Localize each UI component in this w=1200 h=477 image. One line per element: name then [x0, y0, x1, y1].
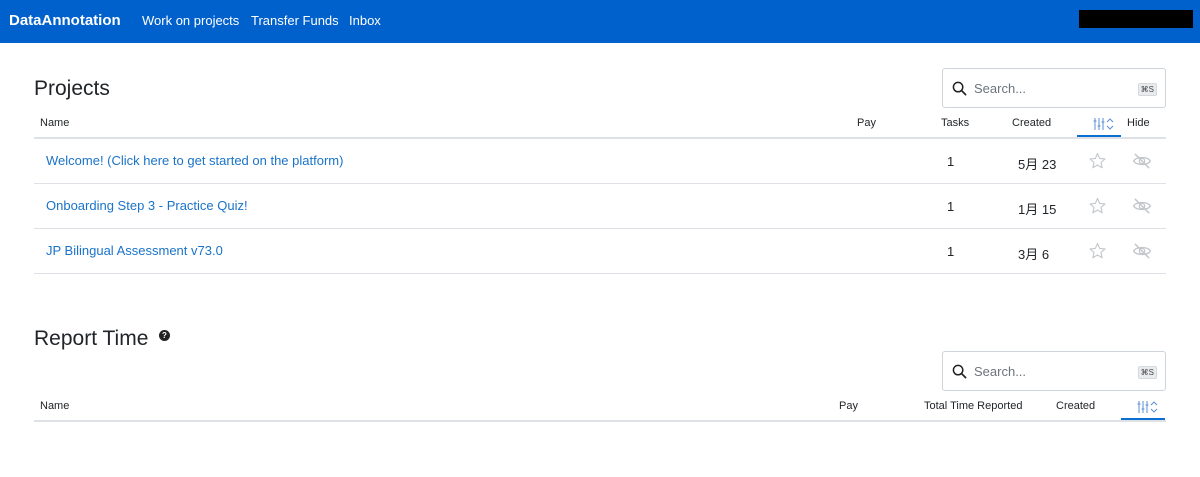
question-circle-icon[interactable]: ?	[159, 330, 170, 341]
col-header-hide: Hide	[1127, 117, 1150, 129]
column-sort-control[interactable]	[1121, 400, 1165, 420]
tasks-count: 1	[947, 199, 955, 214]
col-header-pay[interactable]: Pay	[839, 400, 858, 412]
star-icon[interactable]	[1088, 242, 1107, 260]
sliders-sort-icon	[1137, 401, 1158, 413]
table-row: Welcome! (Click here to get started on t…	[34, 139, 1166, 184]
projects-title: Projects	[34, 77, 110, 100]
report-time-search-input[interactable]	[974, 362, 1124, 380]
nav-work-on-projects[interactable]: Work on projects	[142, 13, 239, 28]
projects-search-box[interactable]: ⌘S	[942, 68, 1166, 108]
star-icon[interactable]	[1088, 197, 1107, 215]
search-icon	[952, 81, 967, 96]
search-shortcut-badge: ⌘S	[1137, 83, 1157, 96]
col-header-name[interactable]: Name	[40, 117, 69, 129]
project-link[interactable]: Onboarding Step 3 - Practice Quiz!	[46, 198, 248, 213]
tasks-count: 1	[947, 244, 955, 259]
eye-slash-icon[interactable]	[1132, 196, 1152, 216]
created-date: 3月 6	[1018, 247, 1050, 262]
project-link[interactable]: JP Bilingual Assessment v73.0	[46, 243, 223, 258]
project-link[interactable]: Welcome! (Click here to get started on t…	[46, 153, 343, 168]
col-header-pay[interactable]: Pay	[857, 117, 876, 129]
report-time-header-divider	[34, 420, 1166, 422]
nav-inbox[interactable]: Inbox	[349, 13, 381, 28]
column-sort-control[interactable]	[1077, 117, 1121, 137]
tasks-count: 1	[947, 154, 955, 169]
table-row: JP Bilingual Assessment v73.0 1 3月 6	[34, 229, 1166, 274]
projects-search-input[interactable]	[974, 79, 1124, 97]
col-header-created[interactable]: Created	[1056, 400, 1095, 412]
col-header-tasks[interactable]: Tasks	[941, 117, 969, 129]
eye-slash-icon[interactable]	[1132, 151, 1152, 171]
col-header-name[interactable]: Name	[40, 400, 69, 412]
star-icon[interactable]	[1088, 152, 1107, 170]
search-icon	[952, 364, 967, 379]
report-time-search-box[interactable]: ⌘S	[942, 351, 1166, 391]
brand-logo[interactable]: DataAnnotation	[9, 12, 121, 29]
nav-transfer-funds[interactable]: Transfer Funds	[251, 13, 339, 28]
report-time-title: Report Time	[34, 327, 149, 350]
created-date: 5月 23	[1018, 157, 1057, 172]
redacted-user-menu[interactable]	[1079, 10, 1193, 28]
top-navbar: DataAnnotation Work on projects Transfer…	[0, 0, 1200, 43]
eye-slash-icon[interactable]	[1132, 241, 1152, 261]
created-date: 1月 15	[1018, 202, 1057, 217]
search-shortcut-badge: ⌘S	[1137, 366, 1157, 379]
table-row: Onboarding Step 3 - Practice Quiz! 1 1月 …	[34, 184, 1166, 229]
col-header-created[interactable]: Created	[1012, 117, 1051, 129]
sliders-sort-icon	[1093, 118, 1114, 130]
col-header-total-time[interactable]: Total Time Reported	[924, 400, 1022, 412]
